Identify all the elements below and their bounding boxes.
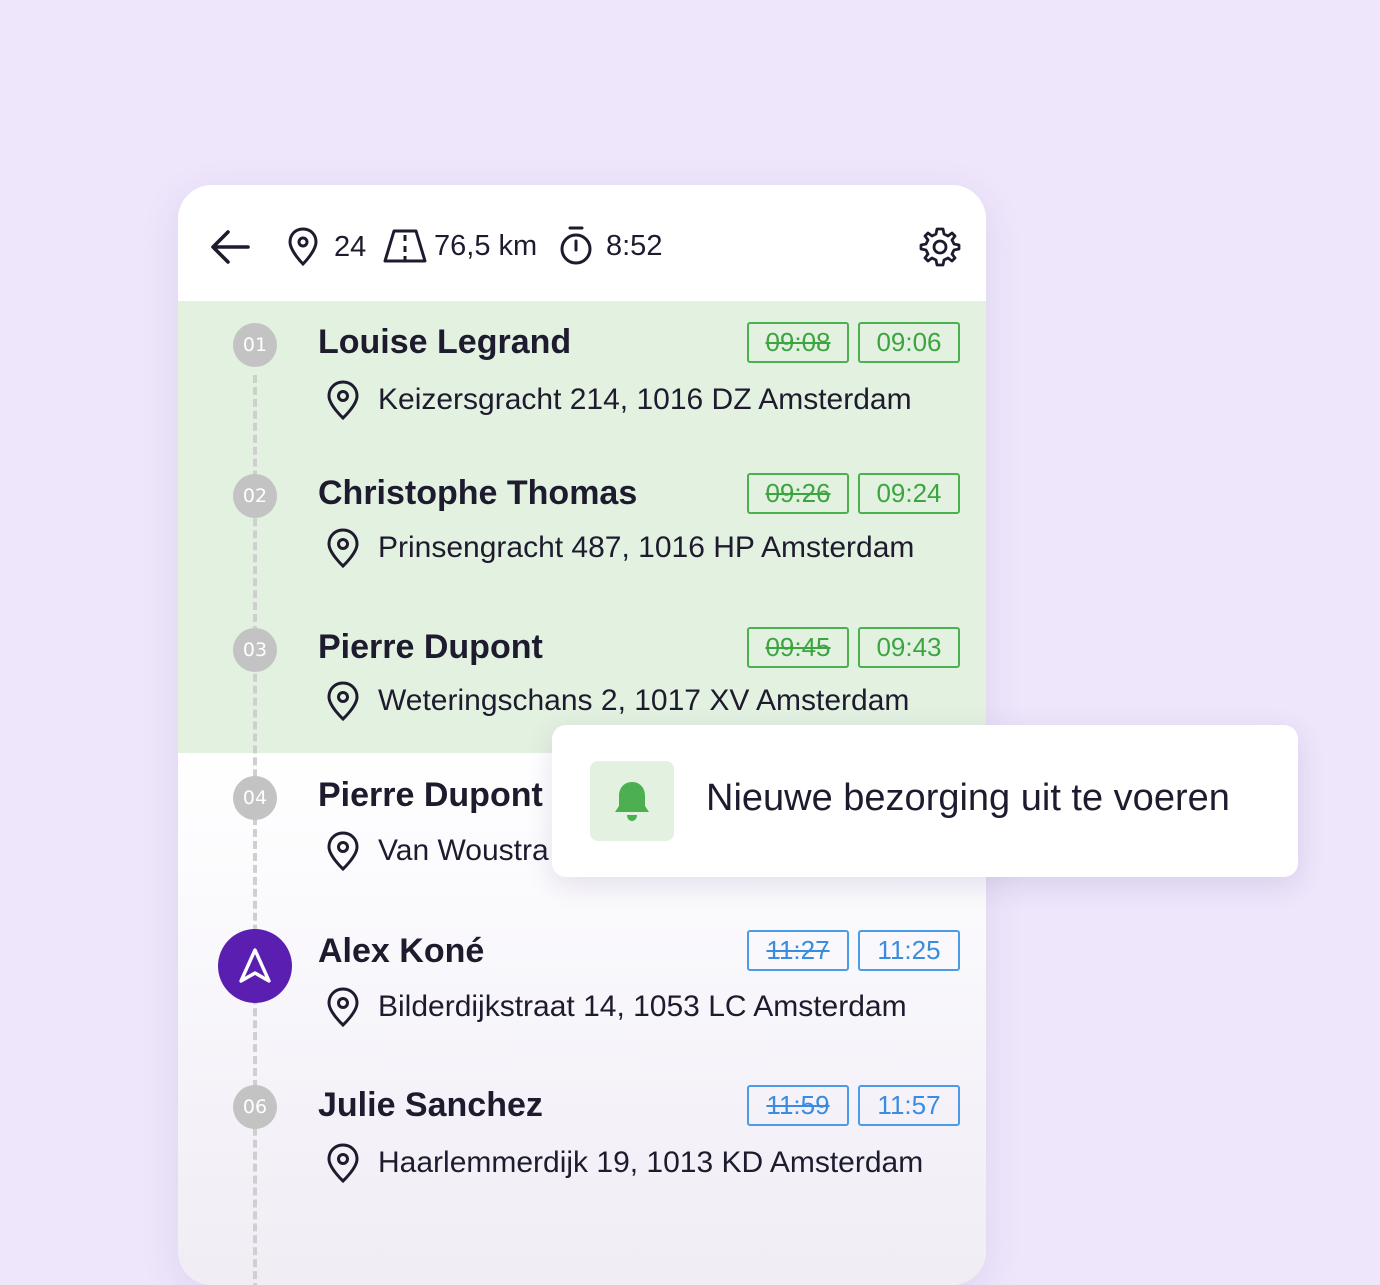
stop-address: Keizersgracht 214, 1016 DZ Amsterdam (326, 380, 912, 420)
stop-address-text: Weteringschans 2, 1017 XV Amsterdam (378, 684, 910, 717)
stop-address-text: Van Woustra (378, 834, 549, 867)
stop-name: Pierre Dupont (318, 628, 543, 666)
stop-row[interactable]: 06 Julie Sanchez 11:59 11:57 Haarlemmerd… (178, 1085, 986, 1215)
stop-address: Weteringschans 2, 1017 XV Amsterdam (326, 681, 909, 721)
stop-number: 01 (233, 323, 277, 367)
stops-count: 24 (334, 230, 367, 263)
stop-row[interactable]: 01 Louise Legrand 09:08 09:06 Keizersgra… (178, 315, 986, 445)
stop-name: Christophe Thomas (318, 474, 638, 512)
estimated-time: 09:43 (858, 627, 960, 668)
back-button[interactable] (208, 225, 252, 269)
stop-number: 06 (233, 1085, 277, 1129)
stop-address: Bilderdijkstraat 14, 1053 LC Amsterdam (326, 987, 907, 1027)
stop-row[interactable]: 02 Christophe Thomas 09:26 09:24 Prinsen… (178, 466, 986, 596)
stop-times: 11:59 11:57 (747, 1085, 960, 1126)
planned-time: 09:08 (747, 322, 849, 363)
settings-button[interactable] (918, 225, 962, 269)
map-pin-icon (327, 1143, 359, 1183)
map-pin-icon (327, 831, 359, 871)
stop-number: 02 (233, 474, 277, 518)
stopwatch-icon (560, 226, 592, 265)
planned-time: 11:59 (747, 1085, 849, 1126)
stop-times: 09:08 09:06 (747, 322, 960, 363)
stop-address-text: Haarlemmerdijk 19, 1013 KD Amsterdam (378, 1146, 924, 1179)
map-pin-icon (288, 227, 318, 267)
stop-row-current[interactable]: Alex Koné 11:27 11:25 Bilderdijkstraat 1… (178, 929, 986, 1059)
map-pin-icon (327, 681, 359, 721)
map-pin-icon (327, 528, 359, 568)
stop-times: 09:45 09:43 (747, 627, 960, 668)
stop-number: 03 (233, 628, 277, 672)
stop-address: Haarlemmerdijk 19, 1013 KD Amsterdam (326, 1143, 923, 1183)
route-distance: 76,5 km (434, 229, 538, 262)
planned-time: 09:45 (747, 627, 849, 668)
duration-summary: 8:52 (558, 225, 662, 267)
planned-time: 11:27 (747, 930, 849, 971)
navigation-arrow-icon (239, 948, 271, 983)
stop-name: Julie Sanchez (318, 1086, 543, 1124)
stop-number: 04 (233, 776, 277, 820)
road-icon (383, 229, 427, 263)
current-position-badge (218, 929, 292, 1003)
stops-summary: 24 (288, 227, 366, 267)
stop-name: Alex Koné (318, 932, 485, 970)
route-header: 24 76,5 km 8:52 (178, 185, 986, 301)
estimated-time: 09:06 (858, 322, 960, 363)
notification-message: Nieuwe bezorging uit te voeren (706, 777, 1230, 819)
estimated-time: 11:25 (858, 930, 960, 971)
notification-toast[interactable]: Nieuwe bezorging uit te voeren (552, 725, 1298, 877)
stop-name: Pierre Dupont (318, 776, 543, 814)
planned-time: 09:26 (747, 473, 849, 514)
route-duration: 8:52 (606, 229, 663, 262)
gear-icon (919, 227, 961, 267)
map-pin-icon (327, 987, 359, 1027)
stop-address-text: Bilderdijkstraat 14, 1053 LC Amsterdam (378, 990, 907, 1023)
arrow-left-icon (211, 230, 250, 264)
stop-address: Van Woustra (326, 831, 549, 871)
stop-address-text: Keizersgracht 214, 1016 DZ Amsterdam (378, 383, 912, 416)
stop-times: 11:27 11:25 (747, 930, 960, 971)
notification-icon-box (590, 761, 674, 841)
distance-summary: 76,5 km (382, 227, 537, 265)
stop-name: Louise Legrand (318, 323, 572, 361)
bell-icon (615, 782, 649, 821)
stop-address-text: Prinsengracht 487, 1016 HP Amsterdam (378, 531, 915, 564)
estimated-time: 11:57 (858, 1085, 960, 1126)
map-pin-icon (327, 380, 359, 420)
estimated-time: 09:24 (858, 473, 960, 514)
stop-times: 09:26 09:24 (747, 473, 960, 514)
stop-address: Prinsengracht 487, 1016 HP Amsterdam (326, 528, 914, 568)
